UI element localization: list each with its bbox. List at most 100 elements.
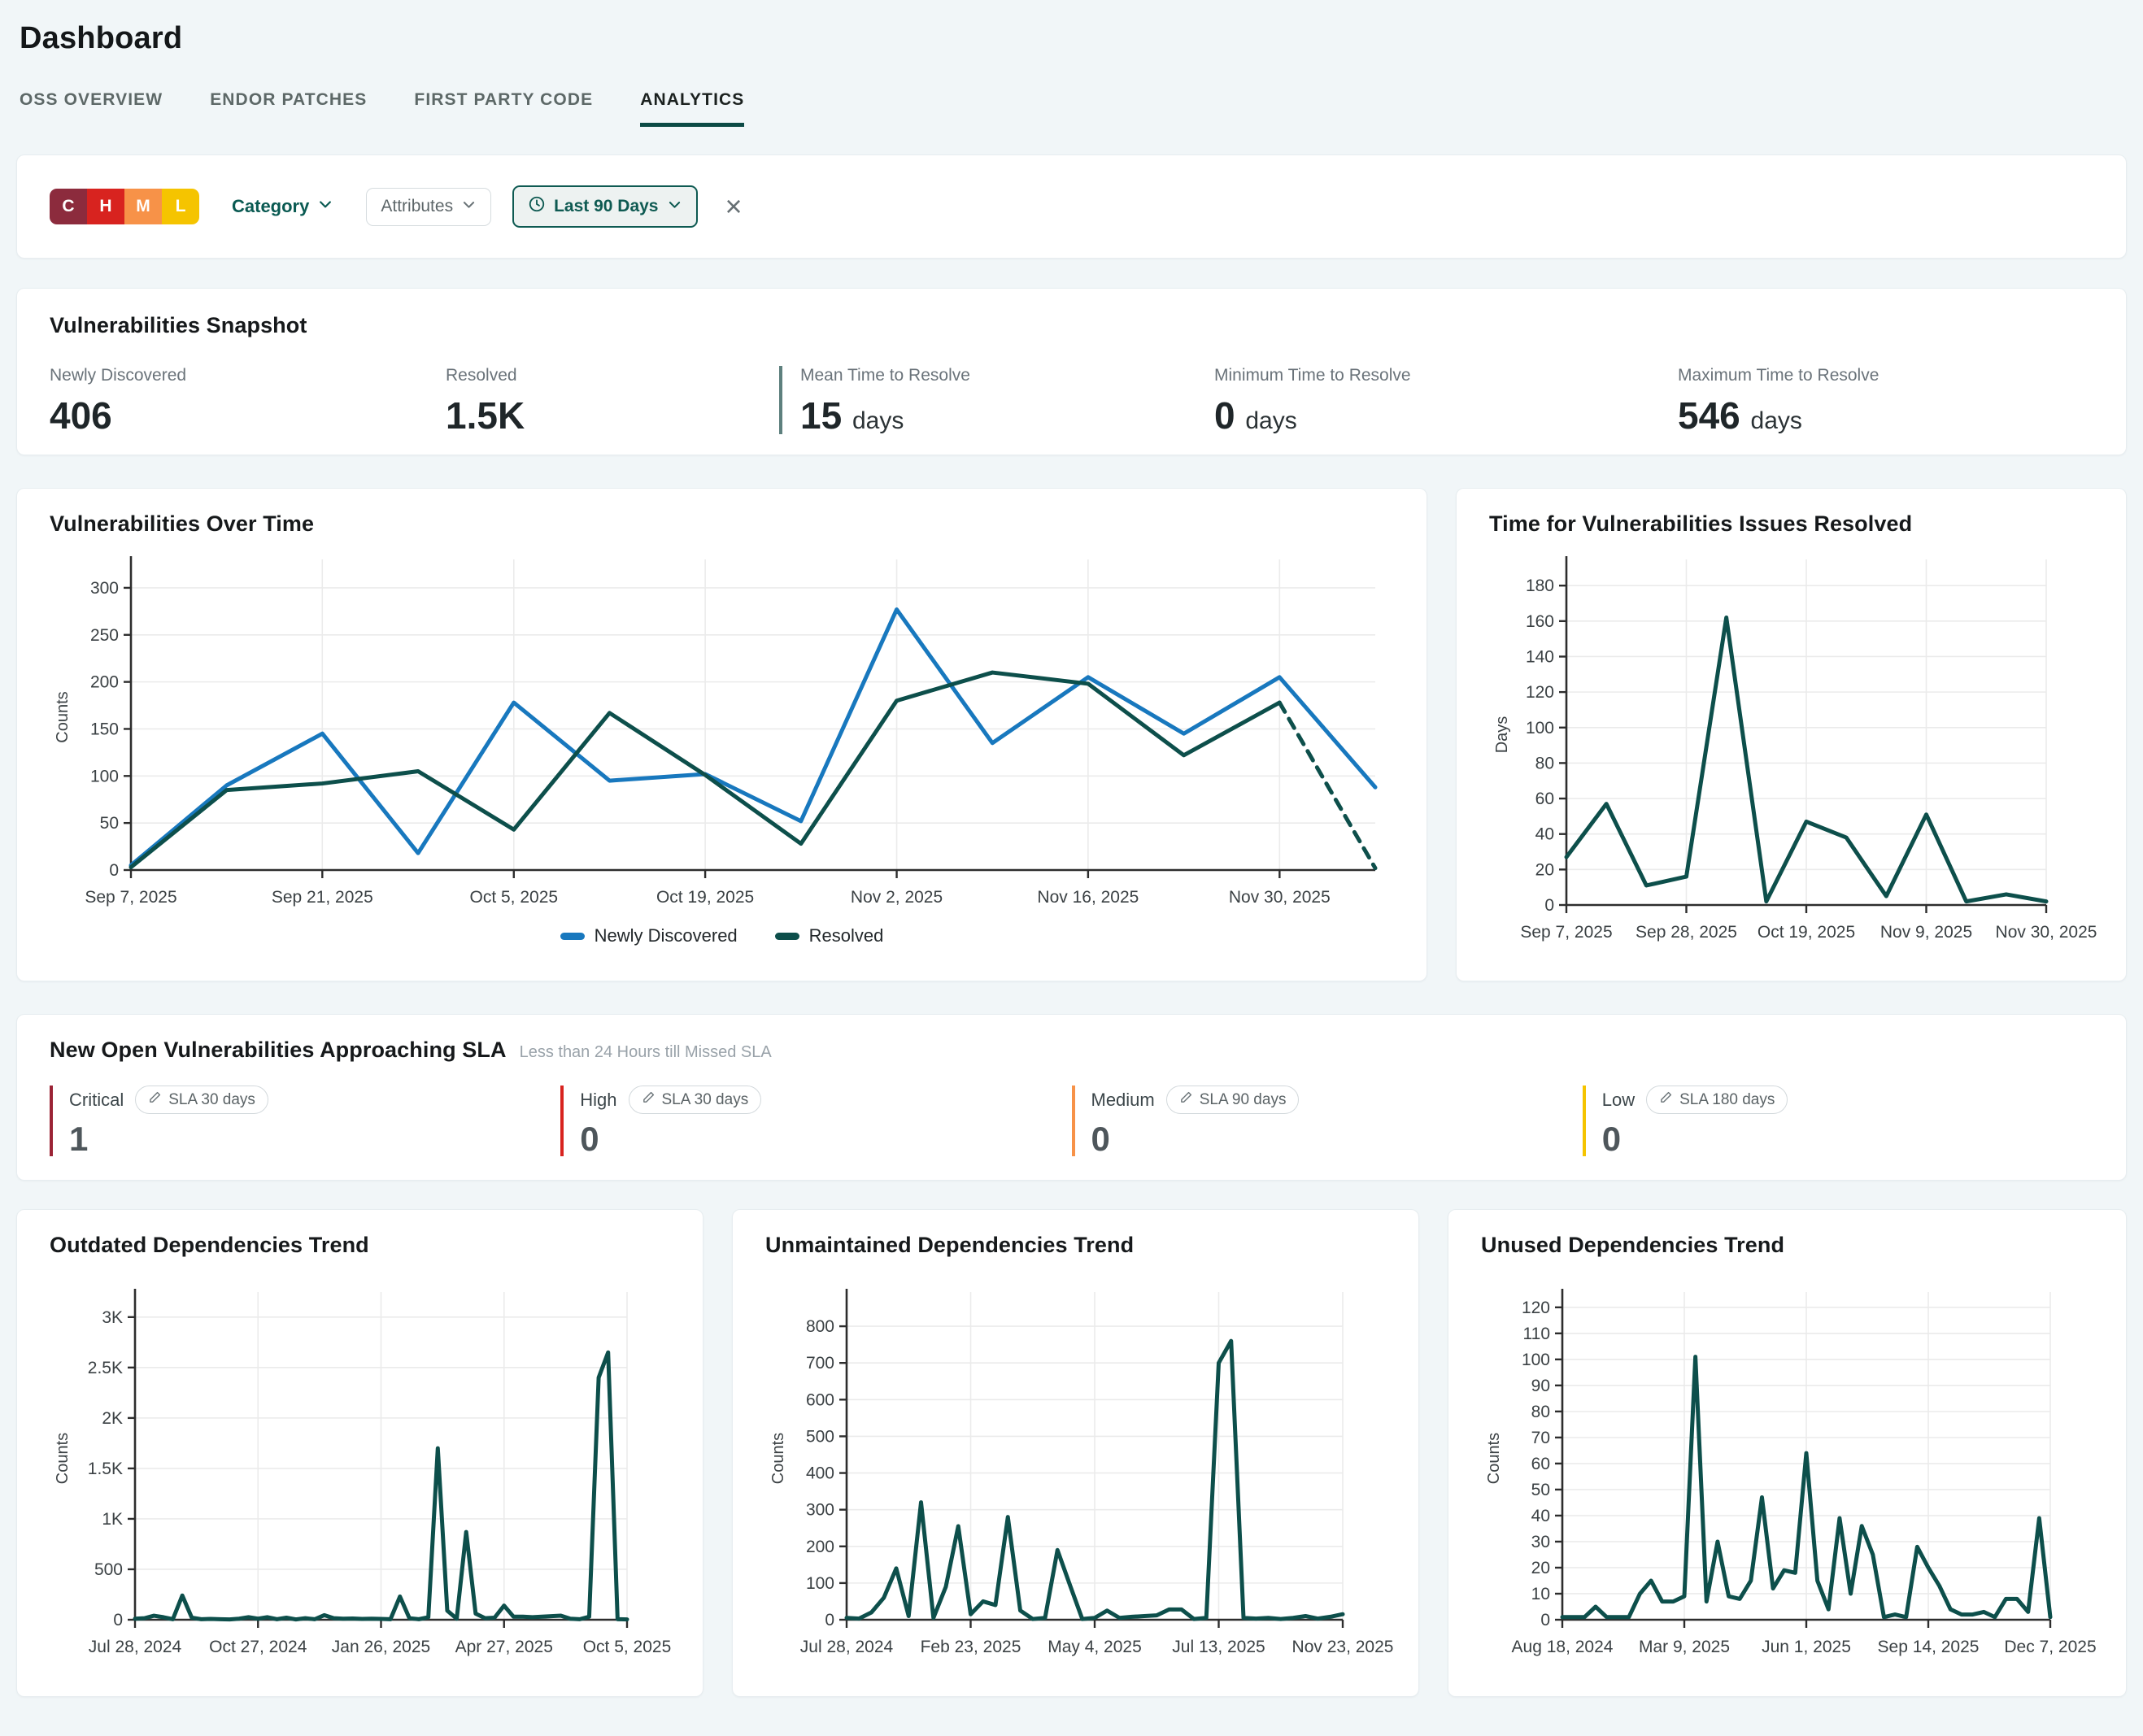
svg-text:70: 70 [1531,1429,1550,1447]
svg-text:Oct 19, 2025: Oct 19, 2025 [1758,923,1855,942]
chevron-down-icon [667,197,682,217]
svg-text:Mar 9, 2025: Mar 9, 2025 [1639,1638,1730,1656]
tab-analytics[interactable]: Analytics [640,90,744,127]
metric-value: 1.5K [446,394,525,437]
svg-text:Sep 28, 2025: Sep 28, 2025 [1636,923,1737,942]
legend-item-resolved[interactable]: Resolved [775,925,884,946]
svg-text:80: 80 [1535,754,1554,772]
unmaintained-dependencies-chart[interactable]: 0100200300400500600700800Jul 28, 2024Feb… [765,1273,1387,1667]
svg-text:Dec 7, 2025: Dec 7, 2025 [2004,1638,2096,1656]
sla-severity-label: Critical [69,1090,124,1111]
sla-items: Critical SLA 30 days 1 High SLA 30 days [50,1086,2093,1156]
svg-text:40: 40 [1535,825,1554,844]
sla-item-high: High SLA 30 days 0 [560,1086,1071,1156]
chart-title: Time for Vulnerabilities Issues Resolved [1489,511,2093,537]
severity-chip-critical[interactable]: C [50,189,87,224]
svg-text:90: 90 [1531,1377,1550,1395]
svg-text:3K: 3K [102,1308,123,1327]
svg-text:250: 250 [90,626,119,645]
dashboard-page: Dashboard OSS Overview Endor Patches Fir… [0,0,2143,1697]
vulnerabilities-over-time-chart[interactable]: 050100150200250300Sep 7, 2025Sep 21, 202… [50,550,1396,917]
svg-text:150: 150 [90,720,119,738]
svg-text:50: 50 [100,814,119,833]
severity-chip-low[interactable]: L [162,189,199,224]
svg-text:Apr 27, 2025: Apr 27, 2025 [455,1638,553,1656]
sla-count: 0 [1091,1122,1583,1156]
svg-text:0: 0 [109,861,119,880]
unmaintained-dependencies-card: Unmaintained Dependencies Trend 01002003… [732,1209,1419,1697]
sla-card: New Open Vulnerabilities Approaching SLA… [16,1014,2127,1181]
category-dropdown-label: Category [232,196,309,217]
svg-text:800: 800 [806,1317,834,1336]
clear-filters-icon[interactable]: × [725,192,743,221]
svg-text:160: 160 [1526,612,1554,631]
sla-item-medium: Medium SLA 90 days 0 [1072,1086,1583,1156]
svg-text:100: 100 [90,767,119,785]
metric-unit: days [852,407,904,434]
sla-edit-pill[interactable]: SLA 90 days [1166,1086,1300,1114]
tab-first-party-code[interactable]: First Party Code [414,90,593,127]
attributes-dropdown[interactable]: Attributes [366,188,491,226]
time-to-resolve-card: Time for Vulnerabilities Issues Resolved… [1456,488,2127,981]
svg-text:Sep 14, 2025: Sep 14, 2025 [1878,1638,1980,1656]
svg-text:Sep 7, 2025: Sep 7, 2025 [85,888,176,907]
svg-text:Jul 28, 2024: Jul 28, 2024 [800,1638,894,1656]
svg-text:Days: Days [1493,716,1511,754]
svg-text:Feb 23, 2025: Feb 23, 2025 [921,1638,1021,1656]
severity-chip-high[interactable]: H [87,189,124,224]
svg-text:2.5K: 2.5K [88,1359,123,1377]
metric-value: 0 [1214,394,1235,437]
svg-text:700: 700 [806,1354,834,1373]
vulnerabilities-over-time-card: Vulnerabilities Over Time 05010015020025… [16,488,1427,981]
snapshot-title: Vulnerabilities Snapshot [50,313,2093,338]
unused-dependencies-card: Unused Dependencies Trend 01020304050607… [1448,1209,2127,1697]
svg-text:Jan 26, 2025: Jan 26, 2025 [332,1638,430,1656]
sla-edit-pill[interactable]: SLA 180 days [1646,1086,1788,1114]
svg-text:1.5K: 1.5K [88,1460,123,1478]
svg-text:140: 140 [1526,647,1554,666]
tab-oss-overview[interactable]: OSS Overview [20,90,163,127]
outdated-dependencies-chart[interactable]: 05001K1.5K2K2.5K3KJul 28, 2024Oct 27, 20… [50,1273,672,1667]
svg-text:20: 20 [1535,860,1554,879]
tab-endor-patches[interactable]: Endor Patches [210,90,367,127]
svg-text:Counts: Counts [769,1433,787,1484]
metric-value: 15 [800,394,842,437]
legend-swatch [560,933,585,940]
svg-text:500: 500 [94,1560,123,1579]
sla-edit-pill[interactable]: SLA 30 days [135,1086,268,1114]
clock-icon [528,195,546,218]
sla-severity-label: High [580,1090,616,1111]
unused-dependencies-chart[interactable]: 0102030405060708090100110120Aug 18, 2024… [1481,1273,2095,1667]
sla-edit-pill[interactable]: SLA 30 days [629,1086,762,1114]
svg-text:Oct 19, 2025: Oct 19, 2025 [656,888,754,907]
svg-text:300: 300 [806,1501,834,1520]
svg-text:60: 60 [1531,1455,1550,1473]
chart-legend: Newly Discovered Resolved [50,925,1394,946]
severity-chip-medium[interactable]: M [124,189,162,224]
svg-text:0: 0 [1544,896,1554,915]
sla-count: 0 [1602,1122,2093,1156]
svg-text:0: 0 [113,1611,123,1629]
svg-text:Nov 30, 2025: Nov 30, 2025 [1229,888,1331,907]
sla-severity-label: Medium [1091,1090,1155,1111]
svg-text:2K: 2K [102,1409,123,1428]
svg-text:Nov 16, 2025: Nov 16, 2025 [1037,888,1139,907]
metric-minimum-time-to-resolve: Minimum Time to Resolve 0 days [1214,366,1678,434]
svg-text:1K: 1K [102,1510,123,1529]
chevron-down-icon [461,197,477,217]
time-range-dropdown[interactable]: Last 90 Days [512,185,697,228]
pencil-icon [148,1090,162,1109]
svg-text:Counts: Counts [54,691,72,742]
svg-text:20: 20 [1531,1559,1550,1577]
chart-title: Vulnerabilities Over Time [50,511,1394,537]
svg-text:120: 120 [1522,1299,1550,1317]
svg-text:Jun 1, 2025: Jun 1, 2025 [1762,1638,1851,1656]
svg-text:Counts: Counts [1485,1433,1503,1484]
category-dropdown[interactable]: Category [232,196,333,217]
time-to-resolve-chart[interactable]: 020406080100120140160180Sep 7, 2025Sep 2… [1489,550,2095,952]
legend-item-newly-discovered[interactable]: Newly Discovered [560,925,738,946]
svg-text:Oct 5, 2025: Oct 5, 2025 [469,888,558,907]
severity-filter-group: C H M L [50,189,199,224]
svg-text:Nov 30, 2025: Nov 30, 2025 [1996,923,2097,942]
vulnerabilities-snapshot-card: Vulnerabilities Snapshot Newly Discovere… [16,288,2127,455]
